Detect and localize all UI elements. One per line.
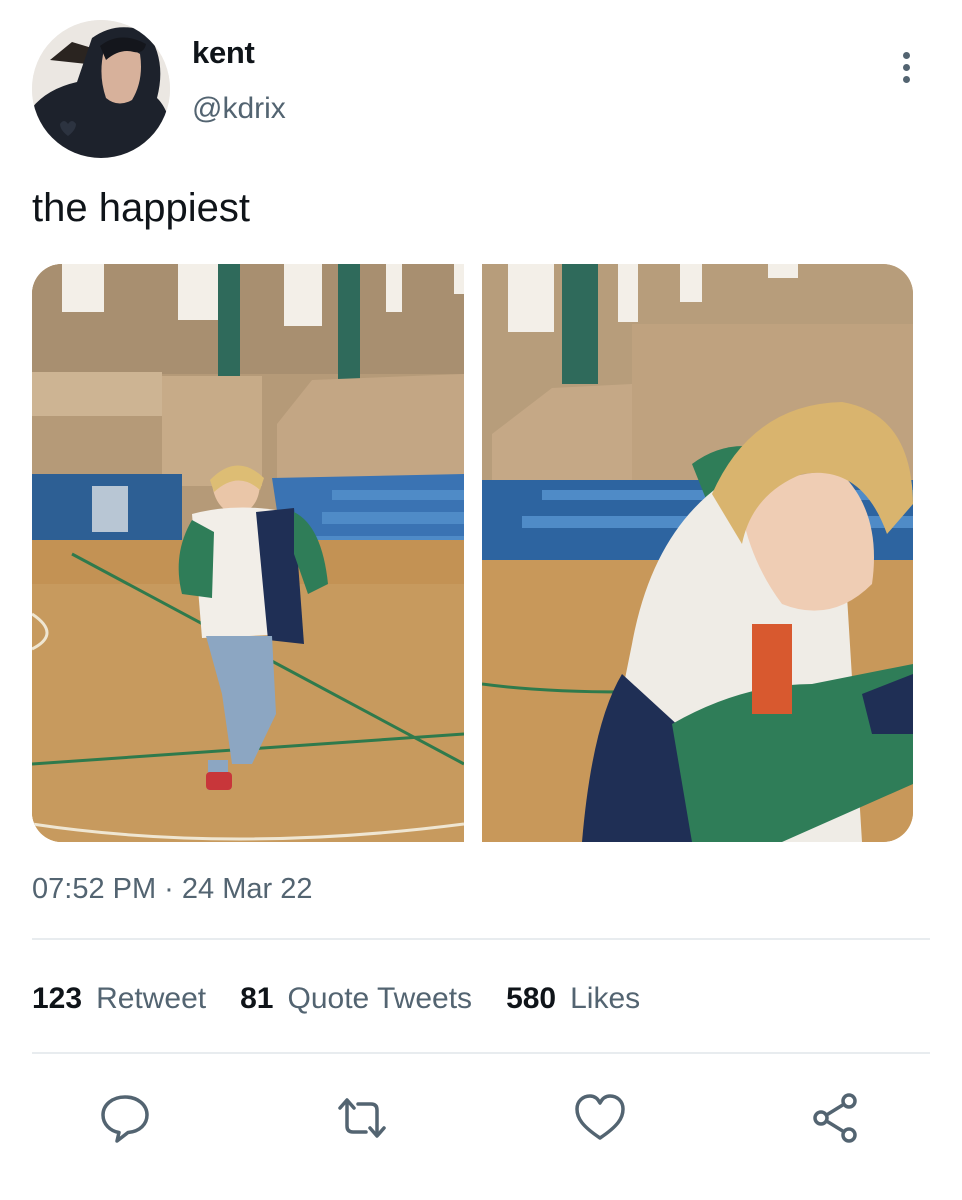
tweet-detail: kent @kdrix the happiest 07:52 PM · 24 M… — [0, 0, 962, 1200]
likes-stat[interactable]: 580 Likes — [506, 979, 640, 1019]
stat-label: Quote Tweets — [287, 982, 473, 1015]
heart-icon — [575, 1094, 625, 1140]
more-dot — [902, 51, 910, 59]
stat-label: Likes — [570, 982, 641, 1015]
share-button[interactable] — [808, 1090, 864, 1146]
like-button[interactable] — [572, 1090, 628, 1146]
stat-count: 123 — [32, 982, 83, 1015]
tweet-text: the happiest — [32, 186, 250, 230]
tweet-photo-2[interactable] — [482, 264, 913, 842]
quote-tweets-stat[interactable]: 81 Quote Tweets — [240, 979, 472, 1019]
photo-1-image — [32, 264, 464, 842]
tweet-stats: 123 Retweet 81 Quote Tweets 580 Likes — [32, 979, 674, 1019]
share-icon — [813, 1093, 857, 1143]
display-name[interactable]: kent — [192, 33, 255, 73]
retweet-count-stat[interactable]: 123 Retweet — [32, 979, 206, 1019]
retweet-button[interactable] — [334, 1090, 390, 1146]
tweet-photo-1[interactable] — [32, 264, 464, 842]
more-dot — [902, 75, 910, 83]
tweet-timestamp[interactable]: 07:52 PM · 24 Mar 22 — [32, 870, 312, 908]
avatar[interactable] — [32, 20, 170, 158]
retweet-icon — [338, 1098, 386, 1138]
avatar-image — [32, 20, 170, 158]
reply-icon — [101, 1095, 149, 1143]
more-options-button[interactable] — [890, 44, 922, 90]
divider — [32, 938, 930, 940]
user-handle[interactable]: @kdrix — [192, 89, 286, 129]
stat-label: Retweet — [96, 982, 207, 1015]
photo-2-image — [482, 264, 913, 842]
reply-button[interactable] — [97, 1090, 153, 1146]
stat-count: 81 — [240, 982, 274, 1015]
divider — [32, 1052, 930, 1054]
stat-count: 580 — [506, 982, 557, 1015]
more-dot — [902, 63, 910, 71]
